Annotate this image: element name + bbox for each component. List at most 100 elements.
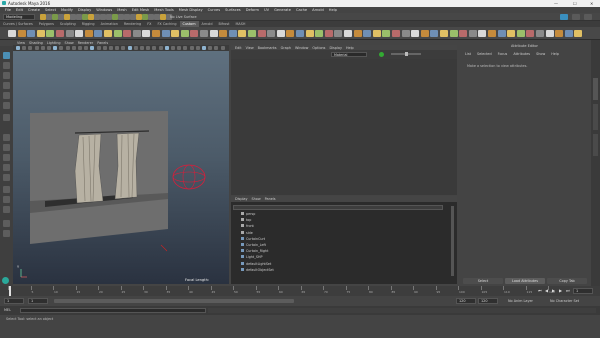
viewport-toolbar-icon[interactable] (22, 46, 27, 50)
shelf-tool-icon[interactable] (440, 30, 448, 37)
step-back-icon[interactable]: ◀ (545, 288, 548, 293)
viewport-toolbar-icon[interactable] (28, 46, 33, 50)
shelf-tool-icon[interactable] (507, 30, 516, 37)
copy-tab-button[interactable]: Copy Tab (547, 278, 587, 284)
viewport-toolbar-icon[interactable] (208, 46, 213, 50)
shelf-tool-icon[interactable] (536, 30, 544, 37)
attr-tab-selected[interactable]: Selected (477, 52, 492, 56)
rotate-tool-icon[interactable] (3, 92, 10, 99)
shelf-tool-icon[interactable] (526, 30, 535, 37)
go-start-icon[interactable]: ⏮ (538, 288, 542, 293)
range-bar[interactable] (54, 299, 294, 303)
viewport-toolbar-icon[interactable] (84, 46, 89, 50)
shelf-tool-icon[interactable] (65, 30, 74, 37)
shelf-tool-icon[interactable] (276, 30, 285, 37)
shelf-tool-icon[interactable] (113, 30, 122, 37)
viewport-toolbar-icon[interactable] (96, 46, 101, 50)
viewport-toolbar-icon[interactable] (90, 46, 95, 50)
tool-settings-side-tab[interactable] (593, 104, 598, 130)
inner-start-field[interactable]: 1 (28, 298, 48, 304)
minimize-button[interactable]: — (554, 1, 558, 6)
lasso-tool-icon[interactable] (3, 62, 10, 69)
shelf-tool-icon[interactable] (468, 30, 477, 37)
shelf-tool-icon[interactable] (209, 30, 218, 37)
help-teal-icon[interactable] (2, 277, 9, 284)
end-frame-field[interactable]: 120 (478, 298, 498, 304)
viewport-toolbar-icon[interactable] (53, 46, 58, 50)
shelf-tool-icon[interactable] (84, 30, 93, 37)
shelf-tool-icon[interactable] (315, 30, 324, 37)
shelf-tool-icon[interactable] (152, 30, 160, 37)
viewport-toolbar-icon[interactable] (152, 46, 157, 50)
shelf-tool-icon[interactable] (420, 30, 429, 37)
shelf-tool-icon[interactable] (353, 30, 362, 37)
shelf-tool-icon[interactable] (411, 30, 420, 37)
attr-tab-attributes[interactable]: Attributes (513, 52, 530, 56)
step-forward-icon[interactable]: ▶ (559, 288, 562, 293)
shelf-tool-icon[interactable] (478, 30, 487, 37)
shelf-tool-icon[interactable] (36, 30, 45, 37)
shelf-tool-icon[interactable] (430, 30, 439, 37)
viewport-toolbar-icon[interactable] (16, 46, 20, 50)
viewport-toolbar-icon[interactable] (158, 46, 163, 50)
viewport-toolbar-icon[interactable] (140, 46, 144, 50)
shelf-tool-icon[interactable] (344, 30, 352, 37)
persp-graph-layout-icon[interactable] (3, 164, 10, 171)
shelf-tool-icon[interactable] (94, 30, 103, 37)
shelf-tool-icon[interactable] (161, 30, 170, 37)
shelf-tool-icon[interactable] (372, 30, 381, 37)
outliner-item[interactable]: persp (241, 212, 255, 216)
viewport-toolbar-icon[interactable] (202, 46, 206, 50)
shelf-tool-icon[interactable] (27, 30, 36, 37)
shelf-tool-icon[interactable] (142, 30, 151, 37)
shelf-tool-icon[interactable] (286, 30, 295, 37)
zoom-slider-handle[interactable] (405, 52, 408, 56)
viewport-toolbar-icon[interactable] (109, 46, 113, 50)
shelf-tool-icon[interactable] (46, 30, 55, 37)
shelf-tool-icon[interactable] (574, 30, 583, 37)
shelf-tool-icon[interactable] (267, 30, 276, 37)
shelf-tool-icon[interactable] (219, 30, 228, 37)
shelf-tool-icon[interactable] (8, 30, 16, 37)
character-set-dropdown[interactable]: No Character Set (550, 298, 596, 304)
viewport-toolbar-icon[interactable] (183, 46, 188, 50)
viewport-toolbar-icon[interactable] (146, 46, 151, 50)
shelf-tool-icon[interactable] (459, 30, 468, 37)
current-frame-marker[interactable] (9, 286, 11, 296)
shelf-tool-icon[interactable] (488, 30, 496, 37)
anim-layer-dropdown[interactable]: No Anim Layer (508, 298, 546, 304)
viewport-toolbar-icon[interactable] (127, 46, 132, 50)
viewport-toolbar-icon[interactable] (40, 46, 45, 50)
outliner-item[interactable]: Curtain_Right (241, 249, 268, 253)
shelf-tool-icon[interactable] (296, 30, 304, 37)
material-field[interactable]: Material (331, 52, 367, 57)
outliner-item[interactable]: side (241, 230, 253, 235)
viewport-toolbar-icon[interactable] (177, 46, 182, 50)
shelf-tool-icon[interactable] (132, 30, 141, 37)
perspective-viewport[interactable]: Y Focal Length: (13, 51, 229, 284)
shelf-tool-icon[interactable] (363, 30, 372, 37)
shelf-tool-icon[interactable] (449, 30, 458, 37)
shelf-tool-icon[interactable] (190, 30, 199, 37)
single-view-layout-icon[interactable] (3, 134, 10, 141)
viewport-toolbar-icon[interactable] (133, 46, 138, 50)
play-icon[interactable]: ▶ (552, 288, 555, 293)
outliner-item[interactable]: top (241, 218, 251, 222)
shelf-tool-icon[interactable] (123, 30, 132, 37)
outliner-item[interactable]: Curtain_Left (241, 243, 266, 247)
viewport-toolbar-icon[interactable] (189, 46, 194, 50)
viewport-toolbar-icon[interactable] (214, 46, 219, 50)
shelf-tool-icon[interactable] (171, 30, 180, 37)
layout-shortcut-icon[interactable] (3, 186, 10, 193)
viewport-toolbar-icon[interactable] (121, 46, 126, 50)
four-view-layout-icon[interactable] (3, 144, 10, 151)
shelf-tool-icon[interactable] (238, 30, 247, 37)
select-button[interactable]: Select (463, 278, 503, 284)
shelf-tool-icon[interactable] (180, 30, 189, 37)
shelf-tool-icon[interactable] (17, 30, 26, 37)
outliner-item[interactable]: Light_SHP (241, 255, 262, 259)
mel-input[interactable] (20, 308, 206, 313)
shelf-tool-icon[interactable] (228, 30, 237, 37)
outliner-item[interactable]: CurtainCurt (241, 236, 265, 241)
menuset-dropdown[interactable]: Modeling (3, 14, 35, 20)
